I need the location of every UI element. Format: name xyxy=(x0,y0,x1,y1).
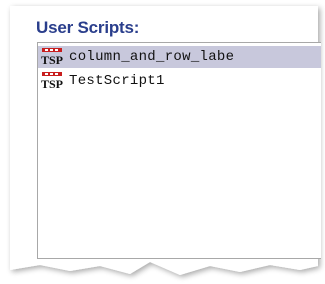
script-name: column_and_row_labe xyxy=(69,49,235,65)
tsp-icon-text: TSP xyxy=(41,77,63,90)
panel-title: User Scripts: xyxy=(36,18,140,37)
tsp-icon-text: TSP xyxy=(41,53,63,66)
user-scripts-list[interactable]: TSP column_and_row_labe TSP TestScript1 xyxy=(37,42,321,259)
script-name: TestScript1 xyxy=(69,73,165,89)
list-item-testscript1[interactable]: TSP TestScript1 xyxy=(38,70,321,92)
tsp-script-icon: TSP xyxy=(41,48,63,66)
list-item-column-and-row-labe[interactable]: TSP column_and_row_labe xyxy=(38,46,321,68)
tsp-script-icon: TSP xyxy=(41,72,63,90)
